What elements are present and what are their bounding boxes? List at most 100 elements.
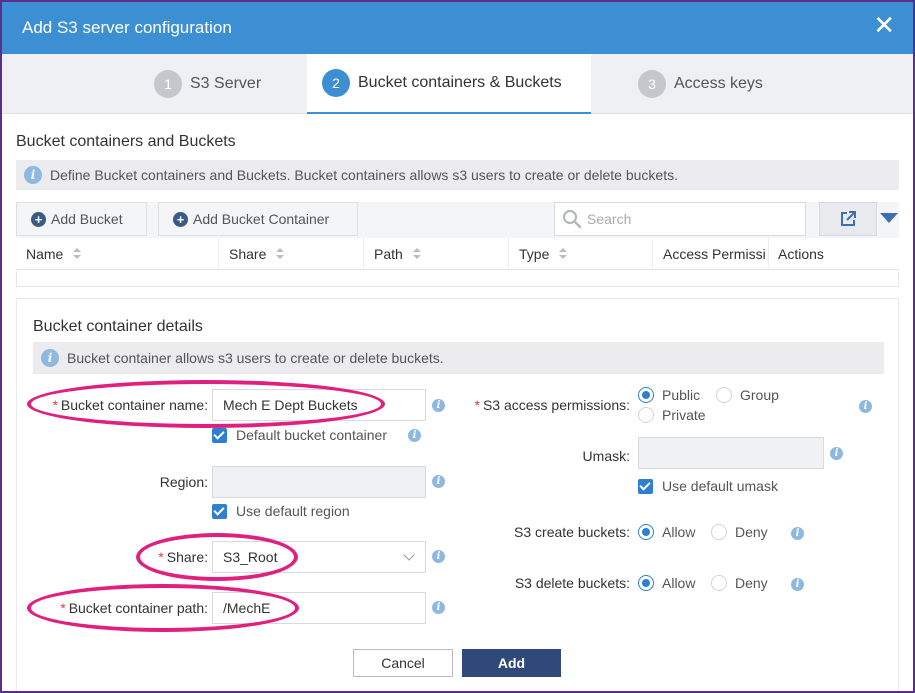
step-label: Bucket containers & Buckets xyxy=(358,74,562,91)
dialog-titlebar: Add S3 server configuration ✕ xyxy=(2,2,913,54)
section-title: Bucket containers and Buckets xyxy=(16,133,236,150)
radio-label: Allow xyxy=(662,524,696,540)
radio-selected-icon xyxy=(638,387,654,403)
table-body xyxy=(16,271,899,287)
path-value: /MechE xyxy=(223,600,271,616)
column-label: Path xyxy=(374,246,403,262)
info-icon[interactable]: i xyxy=(830,447,843,460)
radio-selected-icon xyxy=(638,524,654,540)
plus-icon: + xyxy=(173,211,188,227)
radio-label: Public xyxy=(662,387,701,403)
delete-deny-radio[interactable]: Deny xyxy=(711,575,768,591)
use-default-region-checkbox[interactable]: Use default region xyxy=(212,503,350,519)
create-buckets-label: S3 create buckets: xyxy=(514,524,630,540)
column-label: Access Permissi xyxy=(663,246,766,262)
step-label: S3 Server xyxy=(190,75,262,92)
close-icon[interactable]: ✕ xyxy=(873,12,895,38)
cancel-button[interactable]: Cancel xyxy=(353,649,453,677)
info-icon: i xyxy=(24,166,42,184)
checkbox-checked-icon xyxy=(638,478,653,494)
table-header: Name Share Path Type Access Permissi Act… xyxy=(16,238,899,270)
access-public-radio[interactable]: Public xyxy=(638,387,700,403)
share-label: * Share: xyxy=(158,549,208,565)
plus-icon: + xyxy=(31,211,46,227)
info-icon[interactable]: i xyxy=(432,399,445,412)
export-button[interactable] xyxy=(819,202,877,236)
step-number: 1 xyxy=(154,70,182,98)
search-input[interactable]: Search xyxy=(554,202,806,236)
default-container-checkbox[interactable]: Default bucket container xyxy=(212,427,387,443)
column-label: Name xyxy=(26,246,64,262)
create-deny-radio[interactable]: Deny xyxy=(711,524,768,540)
radio-label: Allow xyxy=(662,575,696,591)
access-private-radio[interactable]: Private xyxy=(638,407,706,423)
search-placeholder: Search xyxy=(587,211,632,227)
container-name-input[interactable]: Mech E Dept Buckets xyxy=(212,389,426,421)
info-icon[interactable]: i xyxy=(791,578,804,591)
column-label: Type xyxy=(519,246,550,262)
chevron-down-icon[interactable] xyxy=(880,213,898,223)
create-allow-radio[interactable]: Allow xyxy=(638,524,695,540)
access-permissions-label: * S3 access permissions: xyxy=(474,397,630,413)
details-title: Bucket container details xyxy=(33,318,203,335)
checkbox-checked-icon xyxy=(212,503,227,519)
radio-label: Group xyxy=(740,387,779,403)
column-access-permissions[interactable]: Access Permissi xyxy=(653,238,769,270)
sort-icon xyxy=(276,248,285,260)
radio-label: Private xyxy=(662,407,706,423)
checkbox-label: Use default region xyxy=(236,503,350,519)
region-label: Region: xyxy=(159,474,208,490)
info-icon[interactable]: i xyxy=(432,601,445,614)
sort-icon xyxy=(559,248,568,260)
column-type[interactable]: Type xyxy=(509,238,653,270)
export-icon xyxy=(841,211,856,226)
info-icon[interactable]: i xyxy=(859,400,872,413)
step-number: 2 xyxy=(322,69,350,97)
info-icon[interactable]: i xyxy=(791,527,804,540)
step-s3-server[interactable]: 1 S3 Server xyxy=(154,54,261,114)
details-info-text: Bucket container allows s3 users to crea… xyxy=(67,350,444,366)
step-number: 3 xyxy=(638,70,666,98)
column-name[interactable]: Name xyxy=(16,238,219,270)
wizard-steps: 1 S3 Server 2 Bucket containers & Bucket… xyxy=(2,54,913,114)
section-info-text: Define Bucket containers and Buckets. Bu… xyxy=(50,167,678,183)
info-icon[interactable]: i xyxy=(408,429,421,442)
share-select[interactable]: S3_Root xyxy=(212,541,426,573)
radio-icon xyxy=(711,524,727,540)
checkbox-label: Use default umask xyxy=(662,478,778,494)
access-group-radio[interactable]: Group xyxy=(716,387,779,403)
umask-input[interactable] xyxy=(638,437,824,469)
column-path[interactable]: Path xyxy=(364,238,509,270)
step-bucket-containers[interactable]: 2 Bucket containers & Buckets xyxy=(307,54,591,114)
dialog-content: Bucket containers and Buckets i Define B… xyxy=(2,114,913,691)
info-icon[interactable]: i xyxy=(432,475,445,488)
region-input[interactable] xyxy=(212,466,426,498)
radio-icon xyxy=(638,407,654,423)
add-bucket-button[interactable]: + Add Bucket xyxy=(16,202,147,236)
add-bucket-container-button[interactable]: + Add Bucket Container xyxy=(158,202,358,236)
column-label: Actions xyxy=(778,246,824,262)
use-default-umask-checkbox[interactable]: Use default umask xyxy=(638,478,778,494)
share-value: S3_Root xyxy=(223,549,278,565)
radio-icon xyxy=(711,575,727,591)
container-name-label: * Bucket container name: xyxy=(52,397,208,413)
delete-allow-radio[interactable]: Allow xyxy=(638,575,695,591)
step-access-keys[interactable]: 3 Access keys xyxy=(638,54,763,114)
table-toolbar: + Add Bucket + Add Bucket Container Sear… xyxy=(16,202,899,238)
bucket-container-details: Bucket container details i Bucket contai… xyxy=(16,298,899,691)
add-bucket-label: Add Bucket xyxy=(51,211,123,227)
add-button[interactable]: Add xyxy=(462,649,561,677)
radio-selected-icon xyxy=(638,575,654,591)
chevron-down-icon xyxy=(403,549,415,561)
column-share[interactable]: Share xyxy=(219,238,364,270)
info-icon[interactable]: i xyxy=(432,550,445,563)
dialog-frame: Add S3 server configuration ✕ 1 S3 Serve… xyxy=(0,0,915,693)
dialog-title: Add S3 server configuration xyxy=(22,18,232,37)
radio-label: Deny xyxy=(735,575,768,591)
step-label: Access keys xyxy=(674,75,763,92)
checkbox-checked-icon xyxy=(212,427,227,443)
path-input[interactable]: /MechE xyxy=(212,592,426,624)
search-icon xyxy=(562,209,582,229)
sort-icon xyxy=(412,248,421,260)
column-actions: Actions xyxy=(769,238,899,270)
